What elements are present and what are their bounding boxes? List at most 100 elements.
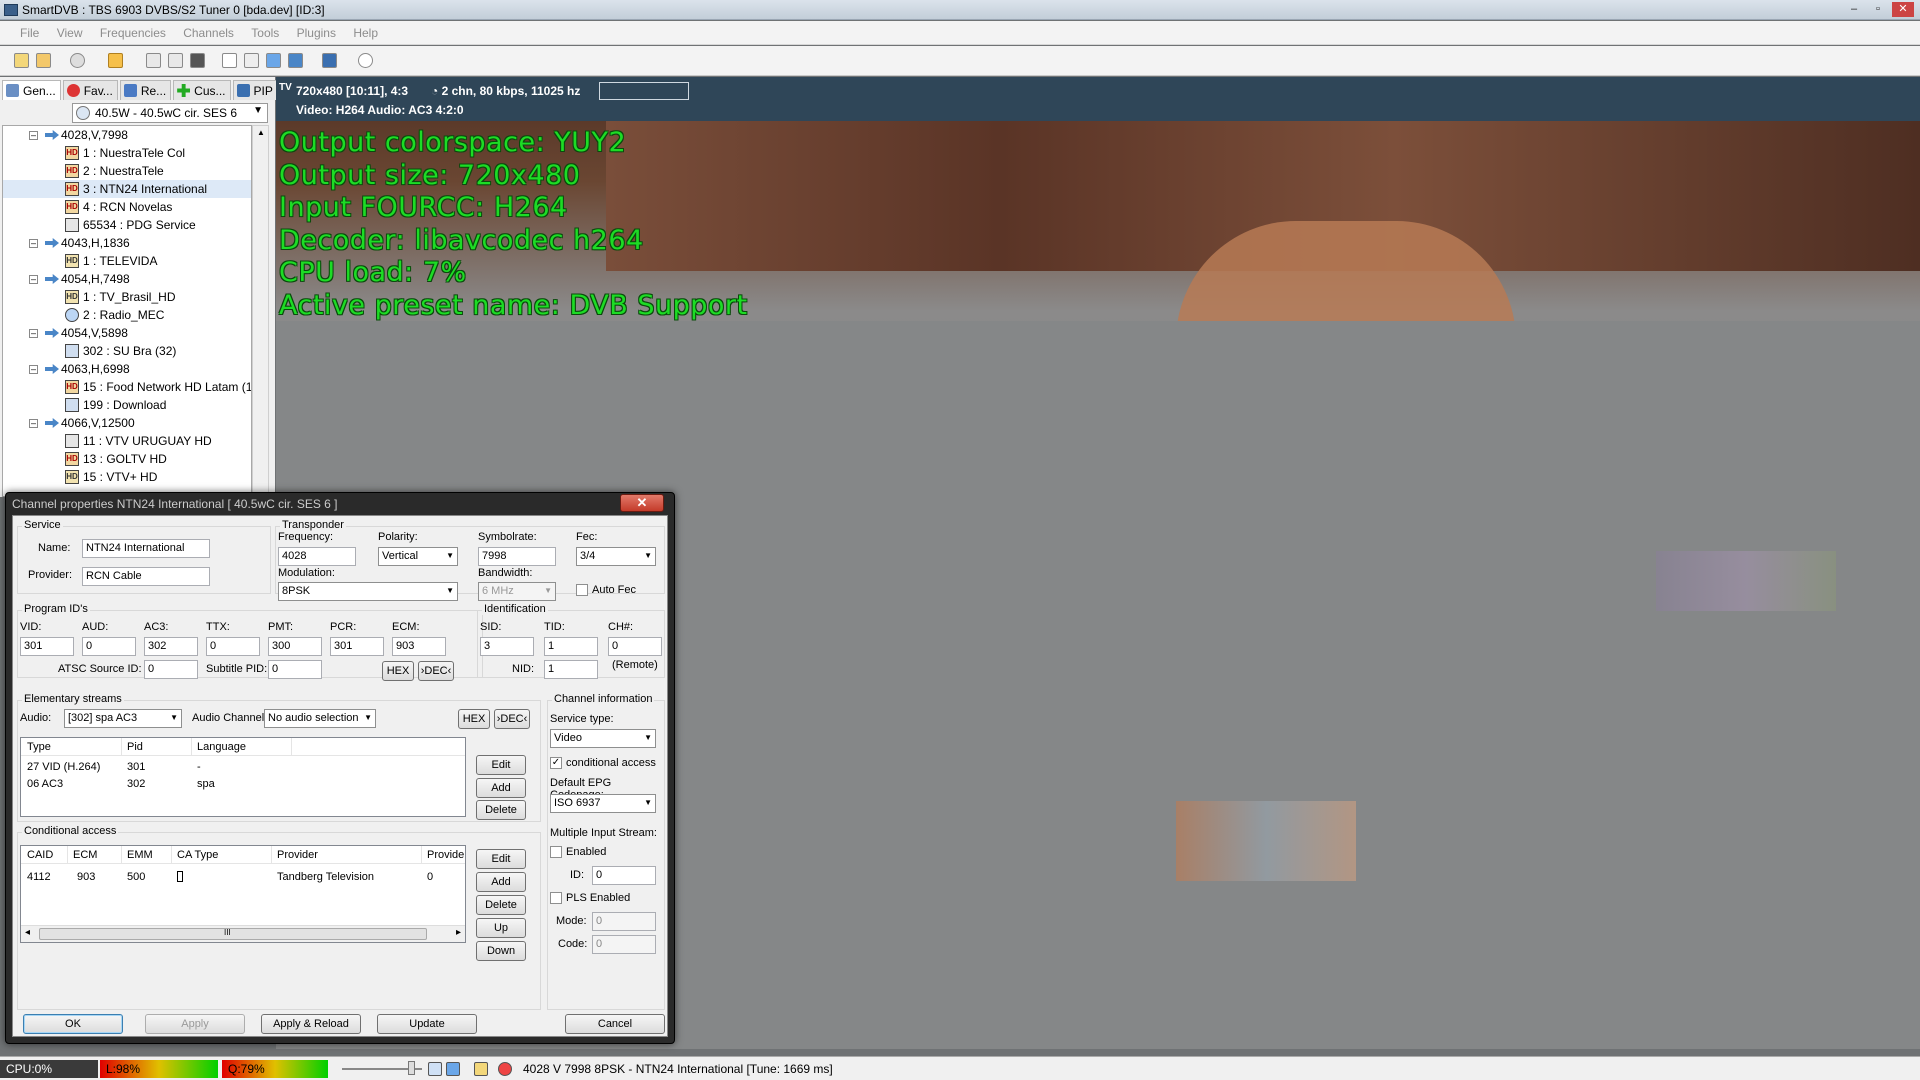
polarity-select[interactable]: Vertical ▼	[378, 547, 458, 566]
collapse-icon[interactable]: –	[29, 329, 38, 338]
collapse-icon[interactable]: –	[29, 419, 38, 428]
list-icon[interactable]	[168, 53, 183, 68]
channel-node[interactable]: 11 : VTV URUGUAY HD	[3, 432, 251, 450]
scroll-thumb[interactable]	[39, 928, 427, 940]
collapse-icon[interactable]: –	[29, 275, 38, 284]
channel-node[interactable]: HD 13 : GOLTV HD	[3, 450, 251, 468]
tab-pip[interactable]: PIP	[232, 80, 278, 100]
fullscreen-icon[interactable]	[222, 53, 237, 68]
menu-frequencies[interactable]: Frequencies	[93, 21, 173, 40]
tab-recent[interactable]: Re...	[119, 80, 172, 100]
volume-thumb[interactable]	[408, 1061, 415, 1075]
scroll-up-icon[interactable]: ▲	[257, 128, 265, 137]
ca-up-button[interactable]: Up	[476, 918, 526, 938]
subtitle-pid-input[interactable]: 0	[268, 660, 322, 679]
stream-delete-button[interactable]: Delete	[476, 800, 526, 820]
pip-icon[interactable]	[288, 53, 303, 68]
ok-button[interactable]: OK	[23, 1014, 123, 1034]
channel-node[interactable]: HD 15 : VTV+ HD	[3, 468, 251, 486]
menu-file[interactable]: File	[0, 21, 46, 40]
screen-icon[interactable]	[190, 53, 205, 68]
service-name-input[interactable]: NTN24 International	[82, 539, 210, 558]
close-button[interactable]: ✕	[1892, 2, 1914, 17]
ca-hscrollbar[interactable]: ◂ III ▸	[21, 925, 465, 942]
tree-scrollbar[interactable]: ▲	[252, 125, 269, 497]
menu-view[interactable]: View	[50, 21, 90, 40]
tab-custom[interactable]: Cus...	[173, 80, 231, 100]
search-icon[interactable]	[358, 53, 373, 68]
pls-enabled-checkbox[interactable]	[550, 892, 562, 904]
update-button[interactable]: Update	[377, 1014, 477, 1034]
channel-node[interactable]: 302 : SU Bra (32)	[3, 342, 251, 360]
back-arrow-icon[interactable]	[108, 53, 123, 68]
dialog-close-button[interactable]: ✕	[620, 494, 664, 512]
collapse-icon[interactable]: –	[29, 365, 38, 374]
channel-node[interactable]: 65534 : PDG Service	[3, 216, 251, 234]
aud-input[interactable]: 0	[82, 637, 136, 656]
fec-select[interactable]: 3/4 ▼	[576, 547, 656, 566]
es-dec-button[interactable]: ›DEC‹	[494, 709, 530, 729]
channel-node[interactable]: HD 15 : Food Network HD Latam (1	[3, 378, 251, 396]
signal-icon[interactable]	[446, 1062, 460, 1076]
modulation-select[interactable]: 8PSK ▼	[278, 582, 458, 601]
tab-general[interactable]: Gen...	[2, 80, 61, 100]
channel-node[interactable]: HD 4 : RCN Novelas	[3, 198, 251, 216]
tab-favorites[interactable]: Fav...	[62, 80, 118, 100]
collapse-icon[interactable]: –	[29, 239, 38, 248]
menu-plugins[interactable]: Plugins	[290, 21, 343, 40]
scan-icon[interactable]	[70, 53, 85, 68]
menu-channels[interactable]: Channels	[176, 21, 241, 40]
menu-help[interactable]: Help	[346, 21, 385, 40]
open-folder-icon[interactable]	[14, 53, 29, 68]
menu-tools[interactable]: Tools	[244, 21, 286, 40]
satellite-select[interactable]: 40.5W - 40.5wC cir. SES 6 ▼	[72, 103, 268, 123]
channel-number-input[interactable]: 0	[608, 637, 662, 656]
ca-row[interactable]: 4112 903 500 Tandberg Television 0	[21, 868, 465, 885]
record-folder-icon[interactable]	[36, 53, 51, 68]
pid-hex-button[interactable]: HEX	[382, 661, 414, 681]
stream-edit-button[interactable]: Edit	[476, 755, 526, 775]
speaker-icon[interactable]	[428, 1062, 442, 1076]
transponder-node[interactable]: – 4054,V,5898	[3, 324, 251, 342]
transponder-node[interactable]: – 4028,V,7998	[3, 126, 251, 144]
transponder-node[interactable]: – 4054,H,7498	[3, 270, 251, 288]
channel-node[interactable]: HD 2 : NuestraTele	[3, 162, 251, 180]
ac3-input[interactable]: 302	[144, 637, 198, 656]
epg-codepage-select[interactable]: ISO 6937 ▼	[550, 794, 656, 813]
pcr-input[interactable]: 301	[330, 637, 384, 656]
audio-channel-select[interactable]: No audio selection ▼	[264, 709, 376, 728]
pmt-input[interactable]: 300	[268, 637, 322, 656]
scroll-left-icon[interactable]: ◂	[25, 927, 30, 938]
epg-icon[interactable]	[322, 53, 337, 68]
es-hex-button[interactable]: HEX	[458, 709, 490, 729]
stream-row[interactable]: 06 AC3 302 spa	[21, 775, 465, 792]
ca-down-button[interactable]: Down	[476, 941, 526, 961]
sid-input[interactable]: 3	[480, 637, 534, 656]
channel-node[interactable]: HD 3 : NTN24 International	[3, 180, 251, 198]
mis-enabled-checkbox[interactable]	[550, 846, 562, 858]
maximize-button[interactable]: ▫	[1868, 2, 1888, 17]
apply-reload-button[interactable]: Apply & Reload	[261, 1014, 361, 1034]
refresh-icon[interactable]	[146, 53, 161, 68]
channel-node[interactable]: 2 : Radio_MEC	[3, 306, 251, 324]
ttx-input[interactable]: 0	[206, 637, 260, 656]
mis-id-input[interactable]: 0	[592, 866, 656, 885]
minimize-button[interactable]: –	[1844, 2, 1864, 17]
channel-tree[interactable]: – 4028,V,7998 HD 1 : NuestraTele Col HD 2 : N…	[2, 125, 252, 497]
tid-input[interactable]: 1	[544, 637, 598, 656]
transponder-node[interactable]: – 4063,H,6998	[3, 360, 251, 378]
conditional-access-checkbox[interactable]: ✓	[550, 757, 562, 769]
stream-add-button[interactable]: Add	[476, 778, 526, 798]
transponder-node[interactable]: – 4066,V,12500	[3, 414, 251, 432]
stream-row[interactable]: 27 VID (H.264) 301 -	[21, 758, 465, 775]
window-icon[interactable]	[266, 53, 281, 68]
nid-input[interactable]: 1	[544, 660, 598, 679]
scroll-right-icon[interactable]: ▸	[456, 927, 461, 938]
channel-node[interactable]: HD 1 : TV_Brasil_HD	[3, 288, 251, 306]
channel-node[interactable]: HD 1 : TELEVIDA	[3, 252, 251, 270]
transponder-node[interactable]: – 4043,H,1836	[3, 234, 251, 252]
ca-list[interactable]: CAID ECM EMM CA Type Provider Provider 4…	[20, 845, 466, 943]
collapse-icon[interactable]: –	[29, 131, 38, 140]
symbolrate-input[interactable]: 7998	[478, 547, 556, 566]
frequency-input[interactable]: 4028	[278, 547, 356, 566]
